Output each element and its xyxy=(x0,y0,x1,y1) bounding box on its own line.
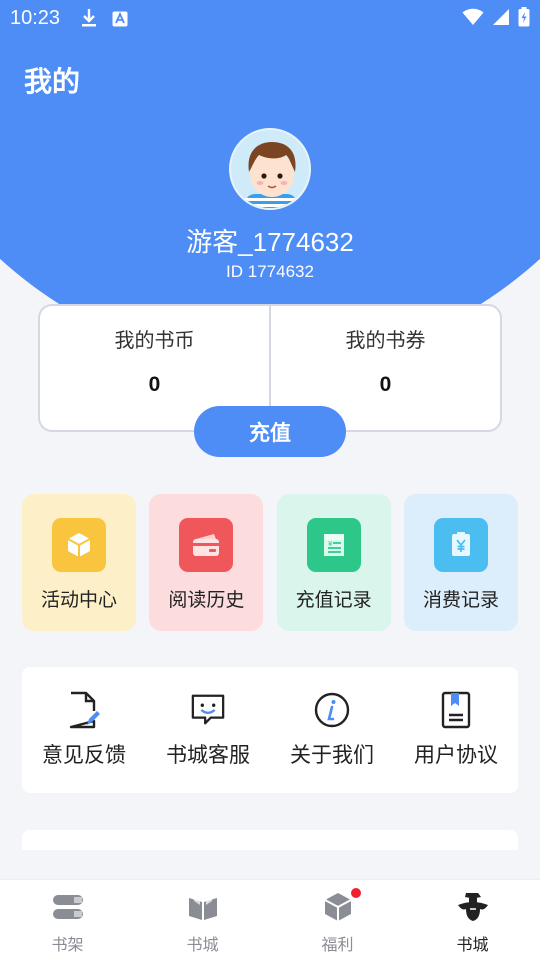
download-icon xyxy=(80,8,98,33)
open-book-icon xyxy=(186,890,220,924)
tab-label: 书城 xyxy=(186,935,219,954)
bookshelf-icon xyxy=(51,890,85,924)
service-feedback[interactable]: 意见反馈 xyxy=(22,667,146,793)
service-label: 关于我们 xyxy=(290,743,374,767)
cube-box-icon xyxy=(52,518,106,572)
tab-label: 书架 xyxy=(51,935,84,954)
service-customer-support[interactable]: 书城客服 xyxy=(146,667,270,793)
quick-action-consumption-records[interactable]: 消费记录 xyxy=(403,494,518,631)
yen-clipboard-icon xyxy=(433,518,488,572)
quick-action-label: 活动中心 xyxy=(40,589,117,611)
service-label: 书城客服 xyxy=(166,743,250,767)
page-title: 我的 xyxy=(24,65,81,98)
tab-label: 书城 xyxy=(456,935,489,954)
quick-action-recharge-records[interactable]: ¥ 充值记录 xyxy=(276,494,391,631)
quick-action-activity-center[interactable]: 活动中心 xyxy=(22,494,136,631)
svg-text:¥: ¥ xyxy=(328,540,333,548)
tab-welfare[interactable]: 福利 xyxy=(270,880,405,960)
signal-icon xyxy=(492,8,510,31)
vouchers-value: 0 xyxy=(379,373,392,396)
user-id: ID 1774632 xyxy=(226,262,314,281)
receipt-icon: ¥ xyxy=(306,518,361,572)
scholar-hat-icon xyxy=(456,890,490,924)
service-about-us[interactable]: 关于我们 xyxy=(270,667,394,793)
quick-action-label: 阅读历史 xyxy=(168,589,245,611)
username: 游客_1774632 xyxy=(186,227,354,257)
tab-bookstore[interactable]: 书城 xyxy=(135,880,270,960)
bottom-tab-bar: 书架 书城 福利 书城 xyxy=(0,879,540,960)
quick-actions: 活动中心 阅读历史 ¥ 充值记录 消费记录 xyxy=(22,494,518,631)
gift-box-icon xyxy=(321,888,361,924)
status-time: 10:23 xyxy=(10,7,61,29)
wifi-icon xyxy=(462,8,484,31)
coins-label: 我的书币 xyxy=(114,328,195,352)
quick-action-label: 消费记录 xyxy=(422,589,499,611)
notification-badge xyxy=(350,888,361,898)
coins-value: 0 xyxy=(148,373,161,396)
service-user-agreement[interactable]: 用户协议 xyxy=(394,667,518,793)
vouchers-label: 我的书券 xyxy=(345,328,426,352)
more-section-card xyxy=(22,830,518,850)
avatar[interactable] xyxy=(229,128,311,210)
customer-service-chat-icon xyxy=(190,691,226,729)
info-icon xyxy=(314,691,350,729)
quick-action-reading-history[interactable]: 阅读历史 xyxy=(149,494,264,631)
wallet-card-icon xyxy=(179,518,234,572)
service-card: 意见反馈 书城客服 关于我们 用户协议 xyxy=(22,667,518,793)
agreement-bookmark-icon xyxy=(438,691,474,729)
status-bar: 10:23 xyxy=(0,0,540,36)
quick-action-label: 充值记录 xyxy=(295,589,372,611)
service-label: 用户协议 xyxy=(414,743,498,767)
tab-bookshelf[interactable]: 书架 xyxy=(0,880,135,960)
recharge-button[interactable]: 充值 xyxy=(194,406,346,457)
service-label: 意见反馈 xyxy=(42,743,126,767)
tab-label: 福利 xyxy=(321,935,354,954)
feedback-edit-icon xyxy=(66,691,102,729)
translate-app-icon xyxy=(112,10,128,32)
battery-charging-icon xyxy=(518,7,530,32)
tab-profile[interactable]: 书城 xyxy=(405,880,540,960)
